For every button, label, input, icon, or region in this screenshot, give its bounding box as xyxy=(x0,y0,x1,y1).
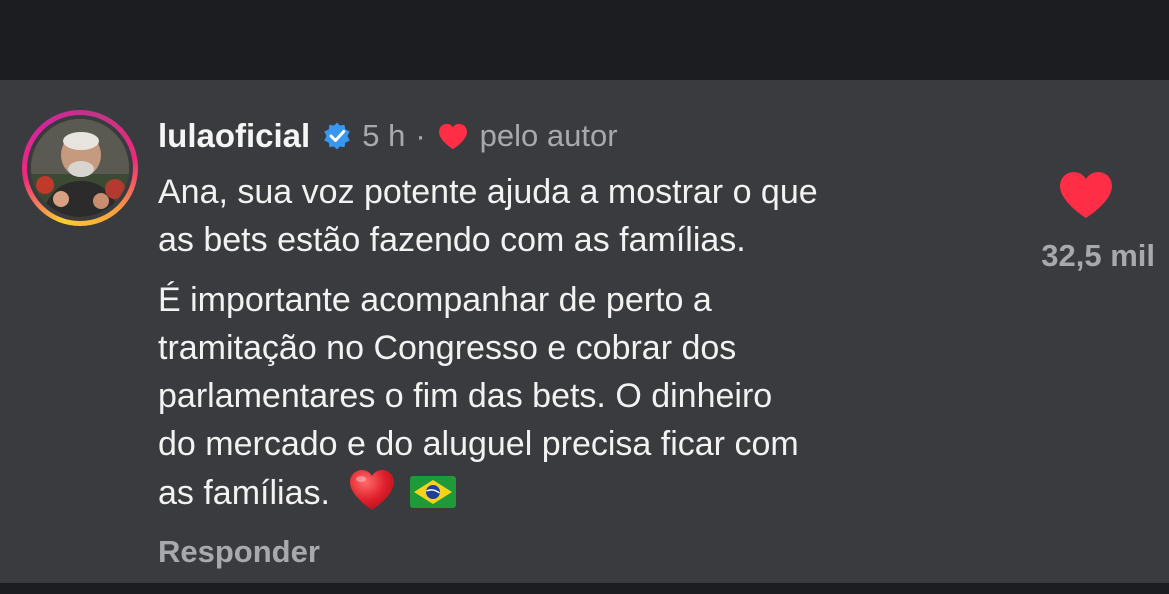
avatar-photo xyxy=(31,119,129,217)
like-count: 32,5 mil xyxy=(1041,238,1155,273)
brazil-flag-emoji xyxy=(409,473,456,508)
comment-card: lulaoficial 5 h · pelo autor Ana, sua vo… xyxy=(0,80,1169,583)
reply-button[interactable]: Responder xyxy=(158,534,320,570)
comment-paragraph: Ana, sua voz potente ajuda a mostrar o q… xyxy=(158,173,818,259)
bottom-bar xyxy=(0,583,1169,594)
liked-by-author-label: pelo autor xyxy=(479,118,618,153)
comment-paragraph: É importante acompanhar de perto a trami… xyxy=(158,281,799,512)
separator-dot: · xyxy=(415,118,426,153)
username[interactable]: lulaoficial xyxy=(158,117,310,155)
like-button-heart-icon[interactable] xyxy=(1058,170,1114,220)
comment-header: lulaoficial 5 h · pelo autor xyxy=(158,116,618,156)
comment-paragraph-with-emojis: É importante acompanhar de perto a trami… xyxy=(158,276,1008,517)
comment-text: Ana, sua voz potente ajuda a mostrar o q… xyxy=(158,168,1008,517)
red-heart-emoji xyxy=(348,468,396,512)
avatar[interactable] xyxy=(31,119,129,217)
heart-icon xyxy=(438,123,468,150)
top-bar xyxy=(0,0,1169,80)
verified-badge-icon xyxy=(322,121,352,151)
timestamp: 5 h xyxy=(362,118,406,153)
avatar-story-ring[interactable] xyxy=(22,110,138,226)
